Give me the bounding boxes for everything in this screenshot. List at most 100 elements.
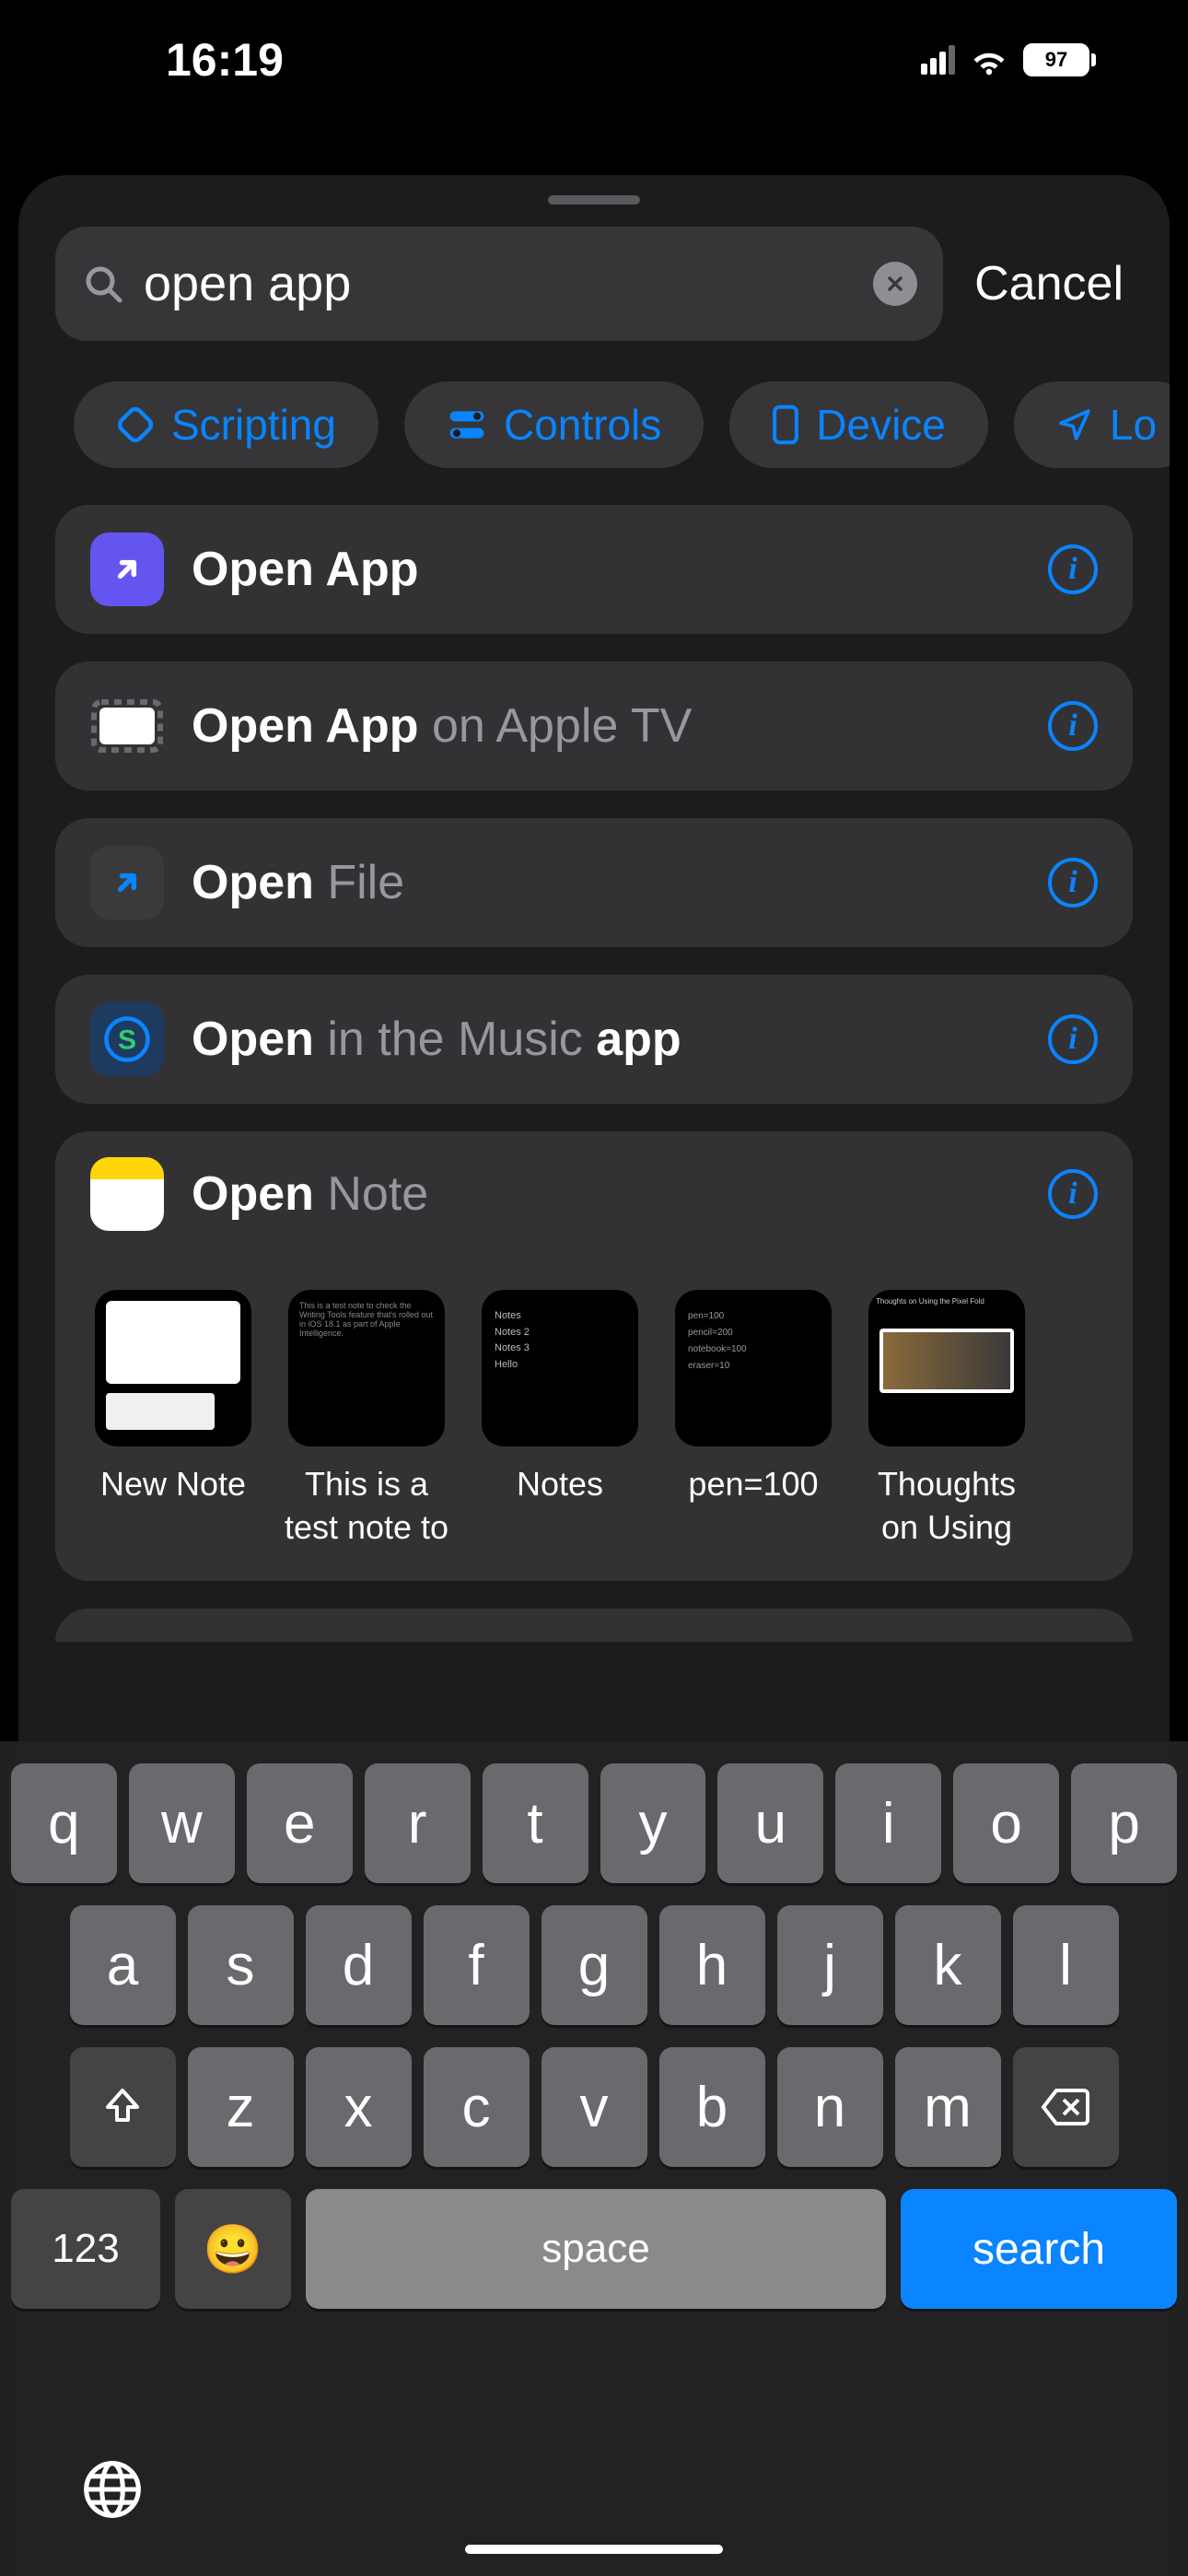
key-d[interactable]: d [306,1905,412,2025]
key-search[interactable]: search [901,2189,1177,2309]
note-card-label: New Note [100,1463,246,1506]
note-card-test[interactable]: This is a test note to check the Writing… [284,1290,449,1550]
shift-icon [100,2085,145,2129]
key-numbers[interactable]: 123 [11,2189,160,2309]
chip-label: Device [816,400,946,450]
scripting-icon [116,405,155,444]
key-z[interactable]: z [188,2047,294,2167]
keyboard-row-2: a s d f g h j k l [11,1905,1177,2025]
key-c[interactable]: c [424,2047,530,2167]
status-bar: 16:19 97 [0,0,1188,120]
controls-icon [447,407,487,442]
key-v[interactable]: v [542,2047,647,2167]
info-button[interactable]: i [1048,701,1098,751]
key-l[interactable]: l [1013,1905,1119,2025]
note-cards: New Note This is a test note to check th… [90,1290,1098,1550]
result-peek[interactable] [55,1609,1133,1642]
notes-app-icon [90,1157,164,1231]
key-space[interactable]: space [306,2189,886,2309]
home-indicator[interactable] [465,2545,723,2554]
result-title: Open App [192,542,1020,597]
note-card-notes[interactable]: Notes Notes 2 Notes 3 Hello Notes [477,1290,643,1550]
info-button[interactable]: i [1048,1169,1098,1219]
category-chips[interactable]: Scripting Controls Device Lo [18,341,1170,505]
device-icon [772,404,799,445]
open-file-icon [90,846,164,919]
result-title: Open App on Apple TV [192,698,1020,754]
key-q[interactable]: q [11,1763,117,1883]
search-field[interactable]: open app [55,227,943,341]
key-n[interactable]: n [777,2047,883,2167]
sheet-grabber[interactable] [548,195,640,205]
chip-device[interactable]: Device [729,381,988,468]
search-results: Open App i Open App on Apple TV i Open F… [18,505,1170,1581]
key-b[interactable]: b [659,2047,765,2167]
result-open-app[interactable]: Open App i [55,505,1133,634]
key-w[interactable]: w [129,1763,235,1883]
info-button[interactable]: i [1048,544,1098,594]
key-f[interactable]: f [424,1905,530,2025]
music-app-icon: S [90,1002,164,1076]
note-card-new[interactable]: New Note [90,1290,256,1550]
key-y[interactable]: y [600,1763,706,1883]
note-card-thoughts[interactable]: Thoughts on Using the Pixel Fold Thought… [864,1290,1030,1550]
key-t[interactable]: t [483,1763,588,1883]
key-r[interactable]: r [365,1763,471,1883]
chip-label: Controls [504,400,661,450]
status-indicators: 97 [921,43,1096,76]
key-g[interactable]: g [542,1905,647,2025]
clear-search-button[interactable] [873,262,917,306]
chip-controls[interactable]: Controls [404,381,704,468]
note-card-label: This is a test note to ch... [284,1463,449,1550]
key-a[interactable]: a [70,1905,176,2025]
open-app-icon [90,533,164,606]
key-shift[interactable] [70,2047,176,2167]
key-j[interactable]: j [777,1905,883,2025]
chip-scripting[interactable]: Scripting [74,381,379,468]
chip-label: Lo [1110,400,1157,450]
backspace-icon [1040,2087,1091,2127]
result-open-note[interactable]: Open Note i New Note This is a test note… [55,1131,1133,1581]
wifi-icon [968,43,1010,76]
info-button[interactable]: i [1048,1014,1098,1064]
key-e[interactable]: e [247,1763,353,1883]
key-x[interactable]: x [306,2047,412,2167]
note-card-label: pen=100 [688,1463,818,1506]
chip-location[interactable]: Lo [1014,381,1170,468]
cancel-button[interactable]: Cancel [974,256,1124,311]
key-h[interactable]: h [659,1905,765,2025]
x-icon [884,273,906,295]
result-open-music[interactable]: S Open in the Music app i [55,975,1133,1104]
note-card-pen[interactable]: pen=100pencil=200notebook=100eraser=10 p… [670,1290,836,1550]
keyboard-row-1: q w e r t y u i o p [11,1763,1177,1883]
globe-button[interactable] [81,2458,144,2521]
note-thumbnail: Thoughts on Using the Pixel Fold [868,1290,1025,1446]
note-card-label: Notes [517,1463,603,1506]
search-row: open app Cancel [18,227,1170,341]
location-icon [1056,406,1093,443]
key-s[interactable]: s [188,1905,294,2025]
result-title: Open Note [192,1166,1020,1222]
status-time: 16:19 [166,33,284,87]
key-m[interactable]: m [895,2047,1001,2167]
keyboard-row-3: z x c v b n m [11,2047,1177,2167]
note-thumbnail [95,1290,251,1446]
key-k[interactable]: k [895,1905,1001,2025]
key-i[interactable]: i [835,1763,941,1883]
key-emoji[interactable]: 😀 [175,2189,291,2309]
key-backspace[interactable] [1013,2047,1119,2167]
battery-icon: 97 [1023,43,1096,76]
result-open-file[interactable]: Open File i [55,818,1133,947]
note-card-label: Thoughts on Using the... [864,1463,1030,1550]
info-button[interactable]: i [1048,858,1098,907]
note-thumbnail: Notes Notes 2 Notes 3 Hello [482,1290,638,1446]
note-thumbnail: pen=100pencil=200notebook=100eraser=10 [675,1290,832,1446]
globe-icon [81,2458,144,2521]
chip-label: Scripting [171,400,336,450]
search-input-text[interactable]: open app [144,255,855,312]
key-p[interactable]: p [1071,1763,1177,1883]
search-icon [81,262,125,306]
key-o[interactable]: o [953,1763,1059,1883]
key-u[interactable]: u [717,1763,823,1883]
result-open-apple-tv[interactable]: Open App on Apple TV i [55,662,1133,790]
